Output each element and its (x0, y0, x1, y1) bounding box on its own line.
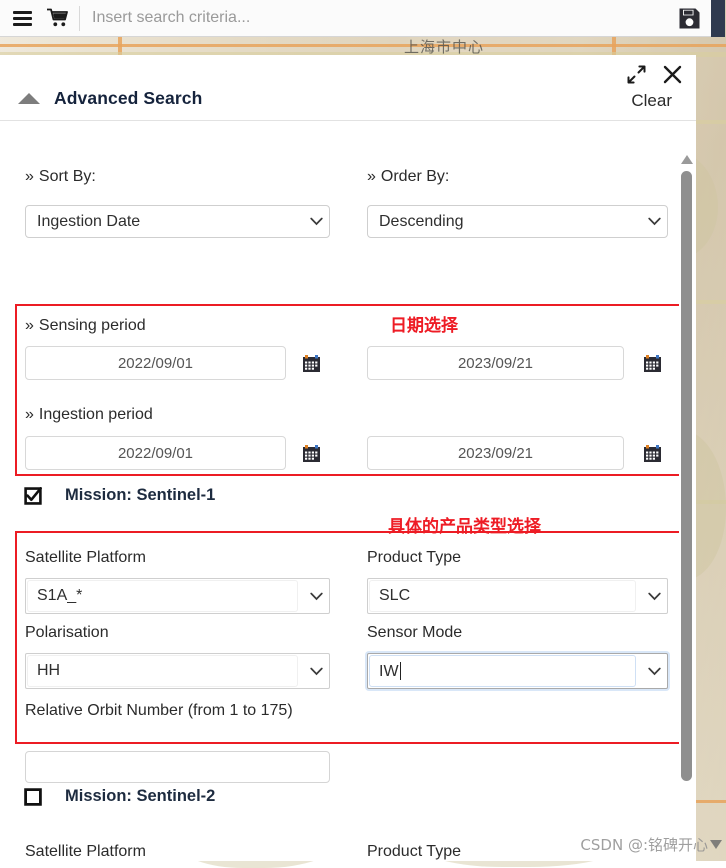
ingestion-from-input[interactable]: 2022/09/01 (25, 436, 286, 470)
s1-sensor-mode-value: IW (379, 663, 399, 680)
sensing-period-label-wrap: Sensing period (25, 317, 146, 335)
s1-polarisation-select[interactable]: HH (25, 653, 330, 689)
s1-satellite-platform-select[interactable]: S1A_* (25, 578, 330, 614)
s1-satellite-platform-label: Satellite Platform (25, 549, 146, 567)
order-by-label: Order By: (367, 168, 449, 185)
chevron-up-icon[interactable] (18, 93, 40, 104)
sort-by-select[interactable]: Ingestion Date (25, 205, 330, 238)
date-annotation-note: 日期选择 (390, 311, 458, 336)
s1-satellite-platform-value: S1A_* (26, 587, 303, 605)
chevron-down-icon (641, 217, 667, 226)
floppy-disk-save-icon[interactable] (667, 0, 711, 37)
top-search-bar (0, 0, 712, 37)
search-input[interactable] (80, 1, 667, 36)
scroll-up-arrow-icon[interactable] (681, 155, 693, 164)
chevron-down-icon (641, 667, 667, 676)
s1-polarisation-label: Polarisation (25, 624, 109, 642)
ingestion-period-label-wrap: Ingestion period (25, 406, 153, 424)
chevron-down-icon (303, 592, 329, 601)
sort-by-label-wrap: Sort By: (25, 168, 96, 186)
s1-product-type-select[interactable]: SLC (367, 578, 668, 614)
window-edge-strip (711, 0, 725, 37)
sort-by-value: Ingestion Date (26, 213, 303, 231)
mission-sentinel2-row[interactable]: Mission: Sentinel-2 (24, 787, 215, 806)
shopping-cart-icon[interactable] (42, 0, 72, 37)
s1-polarisation-value: HH (26, 662, 303, 680)
product-annotation-note: 具体的产品类型选择 (388, 512, 541, 537)
advanced-search-form: Sort By: Ingestion Date Order By: Descen… (0, 121, 696, 861)
text-cursor (400, 662, 401, 680)
calendar-icon[interactable] (300, 352, 322, 374)
mission-sentinel1-row[interactable]: Mission: Sentinel-1 (24, 486, 215, 505)
map-place-label: 上海市中心 (404, 36, 484, 57)
calendar-icon[interactable] (300, 442, 322, 464)
ingestion-from-value: 2022/09/01 (118, 445, 193, 462)
hamburger-menu-icon[interactable] (9, 0, 35, 37)
close-x-icon[interactable] (663, 65, 682, 89)
ingestion-to-input[interactable]: 2023/09/21 (367, 436, 624, 470)
panel-window-controls (627, 65, 682, 89)
calendar-icon[interactable] (641, 442, 663, 464)
s1-sensor-mode-label: Sensor Mode (367, 624, 462, 642)
ingestion-period-label: Ingestion period (25, 406, 153, 423)
watermark-triangle-icon (710, 840, 722, 849)
order-by-label-wrap: Order By: (367, 168, 449, 186)
s1-relative-orbit-input[interactable] (25, 751, 330, 783)
s1-product-type-label: Product Type (367, 549, 461, 567)
s1-sensor-mode-select[interactable]: IW (367, 653, 668, 689)
mission-sentinel1-label: Mission: Sentinel-1 (65, 486, 215, 505)
s2-product-type-label: Product Type (367, 843, 461, 861)
sensing-to-input[interactable]: 2023/09/21 (367, 346, 624, 380)
mission-sentinel1-checkbox[interactable] (24, 487, 41, 504)
panel-scrollbar[interactable] (679, 155, 696, 861)
sensing-from-input[interactable]: 2022/09/01 (25, 346, 286, 380)
watermark: CSDN @:铭碑开心 (580, 834, 722, 855)
order-by-select[interactable]: Descending (367, 205, 668, 238)
mission-sentinel2-label: Mission: Sentinel-2 (65, 787, 215, 806)
chevron-down-icon (303, 217, 329, 226)
ingestion-to-value: 2023/09/21 (458, 445, 533, 462)
advanced-search-title-row[interactable]: Advanced Search (18, 88, 202, 109)
watermark-text: CSDN @:铭碑开心 (580, 836, 708, 854)
sensing-to-value: 2023/09/21 (458, 355, 533, 372)
sensing-period-label: Sensing period (25, 317, 146, 334)
chevron-down-icon (303, 667, 329, 676)
s1-product-type-value: SLC (368, 587, 641, 605)
page-title: Advanced Search (54, 88, 202, 109)
advanced-search-panel: Clear Advanced Search Sort By: Ingestion… (0, 55, 696, 861)
sort-by-label: Sort By: (25, 168, 96, 185)
order-by-value: Descending (368, 213, 641, 231)
sensing-from-value: 2022/09/01 (118, 355, 193, 372)
panel-header: Clear Advanced Search (0, 55, 696, 121)
calendar-icon[interactable] (641, 352, 663, 374)
s1-relative-orbit-label: Relative Orbit Number (from 1 to 175) (25, 699, 325, 723)
scroll-thumb[interactable] (681, 171, 692, 781)
clear-button[interactable]: Clear (631, 91, 672, 111)
chevron-down-icon (641, 592, 667, 601)
s2-satellite-platform-label: Satellite Platform (25, 843, 146, 861)
mission-sentinel2-checkbox[interactable] (24, 788, 41, 805)
expand-arrows-icon[interactable] (627, 65, 646, 89)
